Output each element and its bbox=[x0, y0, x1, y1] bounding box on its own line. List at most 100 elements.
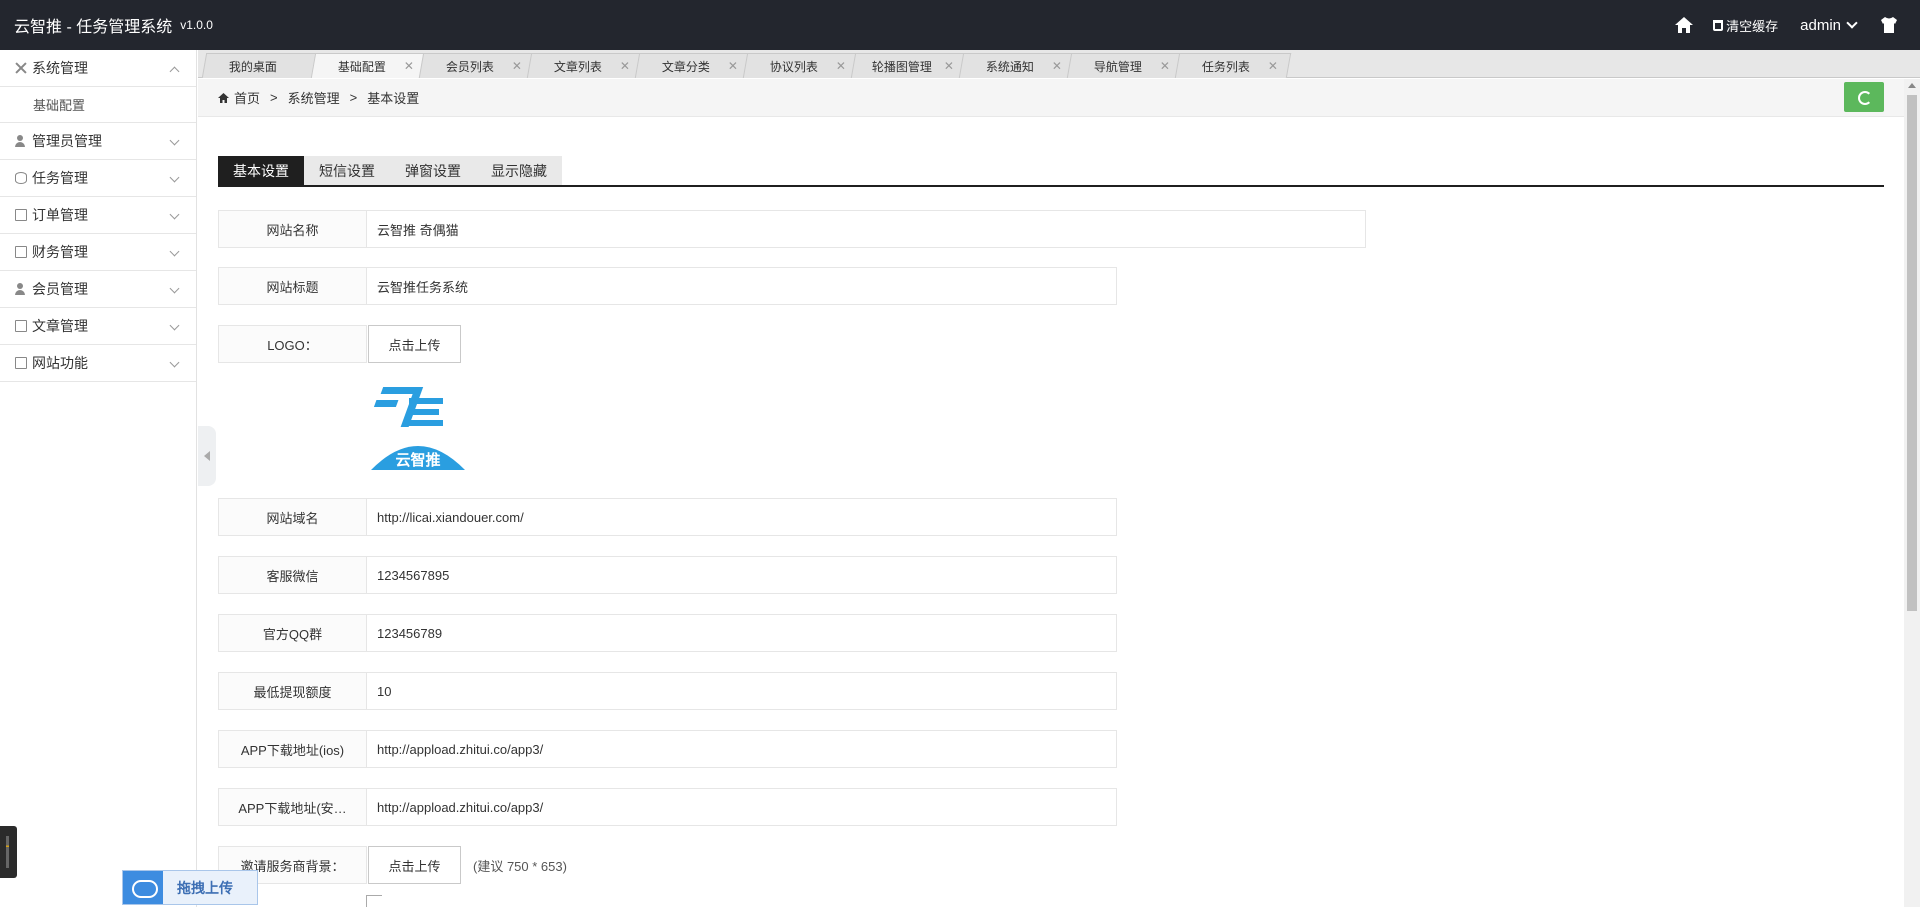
ios-url-label: APP下载地址(ios) bbox=[218, 730, 367, 768]
user-name: admin bbox=[1800, 16, 1841, 34]
invite-bg-preview-image bbox=[366, 895, 382, 907]
site-name-label: 网站名称 bbox=[218, 210, 367, 248]
tab-popup-settings[interactable]: 弹窗设置 bbox=[390, 156, 476, 185]
tab-label: 轮播图管理 bbox=[871, 59, 932, 74]
sidebar-item-system[interactable]: 系统管理 bbox=[0, 50, 196, 87]
ledger-icon bbox=[15, 246, 27, 258]
members-icon bbox=[15, 283, 27, 295]
android-url-input[interactable]: http://appload.zhitui.co/app3/ bbox=[367, 788, 1117, 826]
breadcrumb-level1[interactable]: 系统管理 bbox=[288, 88, 340, 107]
tab-label: 系统通知 bbox=[985, 59, 1034, 74]
ios-url-input[interactable]: http://appload.zhitui.co/app3/ bbox=[367, 730, 1117, 768]
form-row-ios-url: APP下载地址(ios) http://appload.zhitui.co/ap… bbox=[218, 730, 1117, 768]
tab-desktop[interactable]: 我的桌面 bbox=[201, 53, 319, 78]
tab-basic-config[interactable]: 基础配置 ✕ bbox=[310, 53, 428, 78]
tab-label: 文章列表 bbox=[553, 59, 602, 74]
user-icon bbox=[15, 135, 27, 147]
site-name-input[interactable]: 云智推 奇偶猫 bbox=[367, 210, 1366, 248]
close-icon[interactable]: ✕ bbox=[1052, 59, 1062, 73]
logo-preview-image: 云智推 bbox=[371, 387, 465, 470]
site-title-input[interactable]: 云智推任务系统 bbox=[367, 267, 1117, 305]
floating-toolbar-widget[interactable] bbox=[0, 826, 17, 878]
settings-tabs: 基本设置 短信设置 弹窗设置 显示隐藏 bbox=[218, 156, 1884, 187]
invite-bg-size-hint: (建议 750 * 653) bbox=[473, 858, 567, 874]
tab-label: 任务列表 bbox=[1201, 59, 1250, 74]
table-icon bbox=[15, 209, 27, 221]
breadcrumb-separator: > bbox=[270, 90, 278, 105]
scroll-up-icon[interactable] bbox=[1908, 83, 1916, 88]
drag-upload-button[interactable]: 拖拽上传 bbox=[122, 870, 258, 905]
logo-upload-button[interactable]: 点击上传 bbox=[368, 325, 461, 363]
form-row-logo: LOGO： 点击上传 bbox=[218, 325, 461, 363]
close-icon[interactable]: ✕ bbox=[836, 59, 846, 73]
sidebar-item-article[interactable]: 文章管理 bbox=[0, 308, 196, 345]
home-icon[interactable] bbox=[1675, 17, 1694, 33]
sidebar-item-label: 财务管理 bbox=[32, 244, 88, 260]
sidebar-item-admin[interactable]: 管理员管理 bbox=[0, 123, 196, 160]
sidebar-item-site-function[interactable]: 网站功能 bbox=[0, 345, 196, 382]
cloud-upload-icon bbox=[123, 871, 163, 904]
wechat-input[interactable]: 1234567895 bbox=[367, 556, 1117, 594]
sidebar-item-label: 订单管理 bbox=[32, 207, 88, 223]
tab-notice[interactable]: 系统通知 ✕ bbox=[958, 53, 1076, 78]
wechat-label: 客服微信 bbox=[218, 556, 367, 594]
tools-icon bbox=[15, 62, 27, 74]
chevron-up-icon bbox=[169, 66, 180, 77]
close-icon[interactable]: ✕ bbox=[1160, 59, 1170, 73]
clear-cache-label: 清空缓存 bbox=[1726, 18, 1779, 34]
sidebar-subitem-basic-config[interactable]: 基础配置 bbox=[0, 87, 196, 123]
logo-text: 云智推 bbox=[395, 451, 440, 469]
close-icon[interactable]: ✕ bbox=[944, 59, 954, 73]
tab-member-list[interactable]: 会员列表 ✕ bbox=[418, 53, 536, 78]
close-icon[interactable]: ✕ bbox=[620, 59, 630, 73]
min-withdraw-label: 最低提现额度 bbox=[218, 672, 367, 710]
chevron-down-icon bbox=[1846, 16, 1858, 29]
domain-label: 网站域名 bbox=[218, 498, 367, 536]
refresh-button[interactable] bbox=[1844, 82, 1884, 112]
sidebar-item-task[interactable]: 任务管理 bbox=[0, 160, 196, 197]
user-menu[interactable]: admin bbox=[1800, 16, 1858, 34]
tab-task-list[interactable]: 任务列表 ✕ bbox=[1174, 53, 1292, 78]
breadcrumb-separator: > bbox=[349, 90, 358, 105]
tab-agreement-list[interactable]: 协议列表 ✕ bbox=[742, 53, 860, 78]
sidebar-item-member[interactable]: 会员管理 bbox=[0, 271, 196, 308]
breadcrumb: 首页 > 系统管理 > 基本设置 bbox=[198, 79, 1904, 117]
tab-visibility-settings[interactable]: 显示隐藏 bbox=[476, 156, 562, 185]
clear-cache-button[interactable]: 清空缓存 bbox=[1713, 16, 1778, 35]
tab-label: 基础配置 bbox=[337, 59, 386, 74]
tab-label: 协议列表 bbox=[769, 59, 818, 74]
scrollbar-thumb[interactable] bbox=[1907, 95, 1917, 611]
android-url-label: APP下载地址(安… bbox=[218, 788, 367, 826]
min-withdraw-input[interactable]: 10 bbox=[367, 672, 1117, 710]
home-icon bbox=[218, 92, 229, 103]
sidebar-item-finance[interactable]: 财务管理 bbox=[0, 234, 196, 271]
form-row-site-title: 网站标题 云智推任务系统 bbox=[218, 267, 1117, 305]
chevron-down-icon bbox=[169, 209, 180, 220]
tab-basic-settings[interactable]: 基本设置 bbox=[218, 156, 304, 185]
theme-shirt-icon[interactable] bbox=[1880, 17, 1898, 33]
close-icon[interactable]: ✕ bbox=[404, 59, 414, 73]
drag-upload-label: 拖拽上传 bbox=[177, 879, 233, 896]
close-icon[interactable]: ✕ bbox=[728, 59, 738, 73]
qq-input[interactable]: 123456789 bbox=[367, 614, 1117, 652]
tab-carousel[interactable]: 轮播图管理 ✕ bbox=[850, 53, 968, 78]
close-icon[interactable]: ✕ bbox=[1268, 59, 1278, 73]
sidebar-item-label: 任务管理 bbox=[32, 170, 88, 186]
form-row-android-url: APP下载地址(安… http://appload.zhitui.co/app3… bbox=[218, 788, 1117, 826]
invite-bg-upload-button[interactable]: 点击上传 bbox=[368, 846, 461, 884]
sidebar-item-order[interactable]: 订单管理 bbox=[0, 197, 196, 234]
form-row-qq: 官方QQ群 123456789 bbox=[218, 614, 1117, 652]
chevron-down-icon bbox=[169, 320, 180, 331]
tab-article-category[interactable]: 文章分类 ✕ bbox=[634, 53, 752, 78]
vertical-scrollbar[interactable] bbox=[1904, 79, 1920, 907]
chevron-down-icon bbox=[169, 246, 180, 257]
close-icon[interactable]: ✕ bbox=[512, 59, 522, 73]
domain-input[interactable]: http://licai.xiandouer.com/ bbox=[367, 498, 1117, 536]
sidebar-item-label: 管理员管理 bbox=[32, 133, 102, 149]
tab-article-list[interactable]: 文章列表 ✕ bbox=[526, 53, 644, 78]
tab-navigation[interactable]: 导航管理 ✕ bbox=[1066, 53, 1184, 78]
tab-sms-settings[interactable]: 短信设置 bbox=[304, 156, 390, 185]
top-header: 云智推 - 任务管理系统 v1.0.0 清空缓存 admin bbox=[0, 0, 1920, 50]
sidebar: 系统管理 基础配置 管理员管理 任务管理 订单管理 财务管理 会员管理 文章管理… bbox=[0, 50, 197, 907]
breadcrumb-home[interactable]: 首页 bbox=[234, 88, 260, 107]
